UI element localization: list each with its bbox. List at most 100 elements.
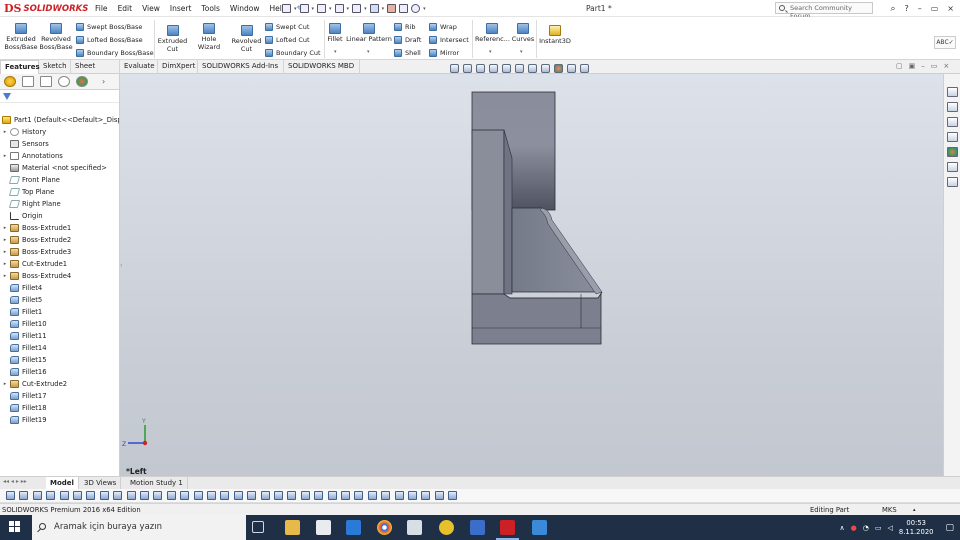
viewport-tile-icon[interactable]: ▢ (896, 62, 903, 70)
close-button[interactable]: × (947, 4, 954, 13)
expand-arrow-icon[interactable]: ▸ (0, 249, 10, 255)
quick-snaps-icon[interactable] (341, 491, 350, 500)
expand-arrow-icon[interactable]: ▸ (0, 153, 10, 159)
viewport-close-icon[interactable]: × (943, 62, 949, 70)
tree-item[interactable]: Fillet18 (0, 402, 119, 414)
chamfer-sketch-icon[interactable] (140, 491, 149, 500)
word-taskbar-icon[interactable] (470, 520, 485, 535)
menu-tools[interactable]: Tools (196, 0, 224, 17)
tree-item[interactable]: Sensors (0, 138, 119, 150)
mirror-button[interactable]: Mirror (429, 47, 459, 58)
tab-nav-arrows-icon[interactable]: ◂◂ ◂ ▸ ▸▸ (3, 478, 27, 485)
solidworks-taskbar-icon[interactable] (496, 520, 519, 540)
tab-motion-study-1[interactable]: Motion Study 1 (126, 477, 188, 489)
tree-item[interactable]: Origin (0, 210, 119, 222)
fillet-dropdown-icon[interactable]: ▾ (334, 49, 337, 55)
reference-dropdown-icon[interactable]: ▾ (489, 49, 492, 55)
menu-insert[interactable]: Insert (165, 0, 197, 17)
edit-appearance-icon[interactable] (554, 63, 563, 73)
search-options-icon[interactable]: ⌕ (890, 4, 895, 14)
circle-icon[interactable] (46, 491, 56, 500)
tab-3d-views[interactable]: 3D Views (80, 477, 122, 489)
unit-dropdown-icon[interactable]: ▴ (913, 505, 916, 515)
fillet-button[interactable]: Fillet (326, 21, 344, 43)
tray-app-icon[interactable]: ● (851, 524, 857, 532)
view-settings-icon[interactable] (580, 63, 589, 73)
convert-entities-icon[interactable] (193, 491, 203, 500)
expand-arrow-icon[interactable]: ▸ (0, 129, 10, 135)
chrome-taskbar-icon[interactable] (377, 520, 392, 535)
wifi-icon[interactable]: ◔ (863, 524, 869, 532)
hole-wizard-button[interactable]: Hole Wizard (190, 21, 228, 51)
options-gear-icon[interactable] (411, 4, 421, 13)
text-icon[interactable] (421, 491, 431, 500)
viewport-split-icon[interactable]: ▣ (909, 62, 916, 70)
slot-icon[interactable] (73, 491, 82, 500)
open-icon[interactable] (299, 4, 309, 13)
spell-check-icon[interactable]: ABC✓ (934, 36, 956, 49)
configuration-manager-tab-icon[interactable] (40, 76, 52, 87)
dynamic-annotation-icon[interactable] (502, 63, 511, 73)
ellipse-icon[interactable] (113, 491, 123, 500)
extruded-cut-button[interactable]: Extruded Cut (157, 23, 188, 53)
tree-item[interactable]: Top Plane (0, 186, 119, 198)
manager-tabs-expand-icon[interactable]: › (102, 77, 105, 86)
display-style-icon[interactable] (528, 63, 537, 73)
viewport-minimize-icon[interactable]: – (921, 62, 925, 70)
tab-sketch[interactable]: Sketch (39, 60, 71, 74)
expand-arrow-icon[interactable]: ▸ (0, 261, 10, 267)
rapid-sketch-icon[interactable] (354, 491, 364, 500)
pattern-dropdown-icon[interactable]: ▾ (367, 49, 370, 55)
tree-item[interactable]: Fillet19 (0, 414, 119, 426)
boundary-boss-button[interactable]: Boundary Boss/Base (76, 47, 154, 58)
display-relations-icon[interactable] (300, 491, 310, 500)
wall-fillet-face[interactable] (503, 129, 513, 295)
custom-properties-icon[interactable] (947, 162, 958, 172)
lofted-cut-button[interactable]: Lofted Cut (265, 34, 310, 45)
save-icon[interactable] (317, 4, 327, 13)
photos-taskbar-icon[interactable] (532, 520, 547, 535)
add-relation-icon[interactable] (314, 491, 324, 500)
file-explorer-icon[interactable] (947, 117, 958, 127)
linear-pattern-button[interactable]: Linear Pattern (346, 21, 392, 43)
feature-manager-tab-icon[interactable] (4, 76, 16, 87)
tree-item[interactable]: ▸ Boss-Extrude2 (0, 234, 119, 246)
reference-geometry-button[interactable]: Referenc... (475, 21, 510, 43)
notifications-icon[interactable]: ▢ (945, 523, 954, 533)
tree-item[interactable]: Fillet17 (0, 390, 119, 402)
trim-icon[interactable] (166, 491, 176, 500)
boundary-cut-button[interactable]: Boundary Cut (265, 47, 321, 58)
swept-boss-button[interactable]: Swept Boss/Base (76, 21, 142, 32)
windows-start-icon[interactable] (9, 521, 21, 533)
polygon-icon[interactable] (86, 491, 96, 500)
shaded-sketch-icon[interactable] (381, 491, 391, 500)
block-icon[interactable] (408, 491, 417, 500)
select-icon[interactable] (369, 4, 379, 13)
curves-button[interactable]: Curves (511, 21, 535, 43)
corner-rectangle-icon[interactable] (32, 491, 42, 500)
offset-icon[interactable] (153, 491, 163, 500)
curves-dropdown-icon[interactable]: ▾ (520, 49, 523, 55)
tab-solidworks-addins[interactable]: SOLIDWORKS Add-Ins (198, 60, 284, 74)
property-manager-tab-icon[interactable] (22, 76, 34, 87)
gusset-face[interactable] (511, 207, 599, 293)
instant3d-button[interactable]: Instant3D (538, 23, 572, 45)
tree-item[interactable]: ▸ Cut-Extrude2 (0, 378, 119, 390)
tree-item[interactable]: Fillet1 (0, 306, 119, 318)
appearances-icon[interactable] (947, 147, 958, 157)
xampp-taskbar-icon[interactable] (439, 520, 454, 535)
view-orientation-icon[interactable] (515, 63, 524, 73)
solidworks-forum-icon[interactable] (947, 177, 958, 187)
arc-icon[interactable] (59, 491, 69, 500)
tree-item[interactable]: ▸ Boss-Extrude1 (0, 222, 119, 234)
swept-cut-button[interactable]: Swept Cut (265, 21, 309, 32)
tab-evaluate[interactable]: Evaluate (120, 60, 158, 74)
battery-icon[interactable]: ▭ (875, 524, 882, 532)
menu-file[interactable]: File (90, 0, 113, 17)
zoom-to-fit-icon[interactable] (450, 63, 459, 73)
move-icon[interactable] (233, 491, 243, 500)
lofted-boss-button[interactable]: Lofted Boss/Base (76, 34, 143, 45)
previous-view-icon[interactable] (476, 63, 485, 73)
viewport-restore-icon[interactable]: ▭ (931, 62, 938, 70)
display-manager-tab-icon[interactable] (76, 76, 88, 87)
